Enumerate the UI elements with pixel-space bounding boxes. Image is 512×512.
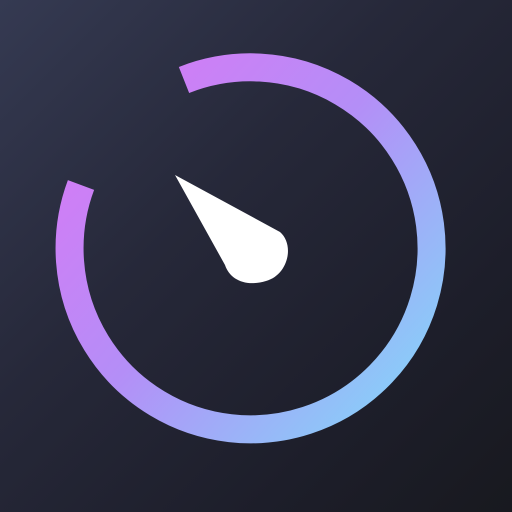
stopwatch-icon xyxy=(55,53,446,444)
timer-needle-icon xyxy=(175,175,288,284)
app-icon xyxy=(0,0,512,512)
